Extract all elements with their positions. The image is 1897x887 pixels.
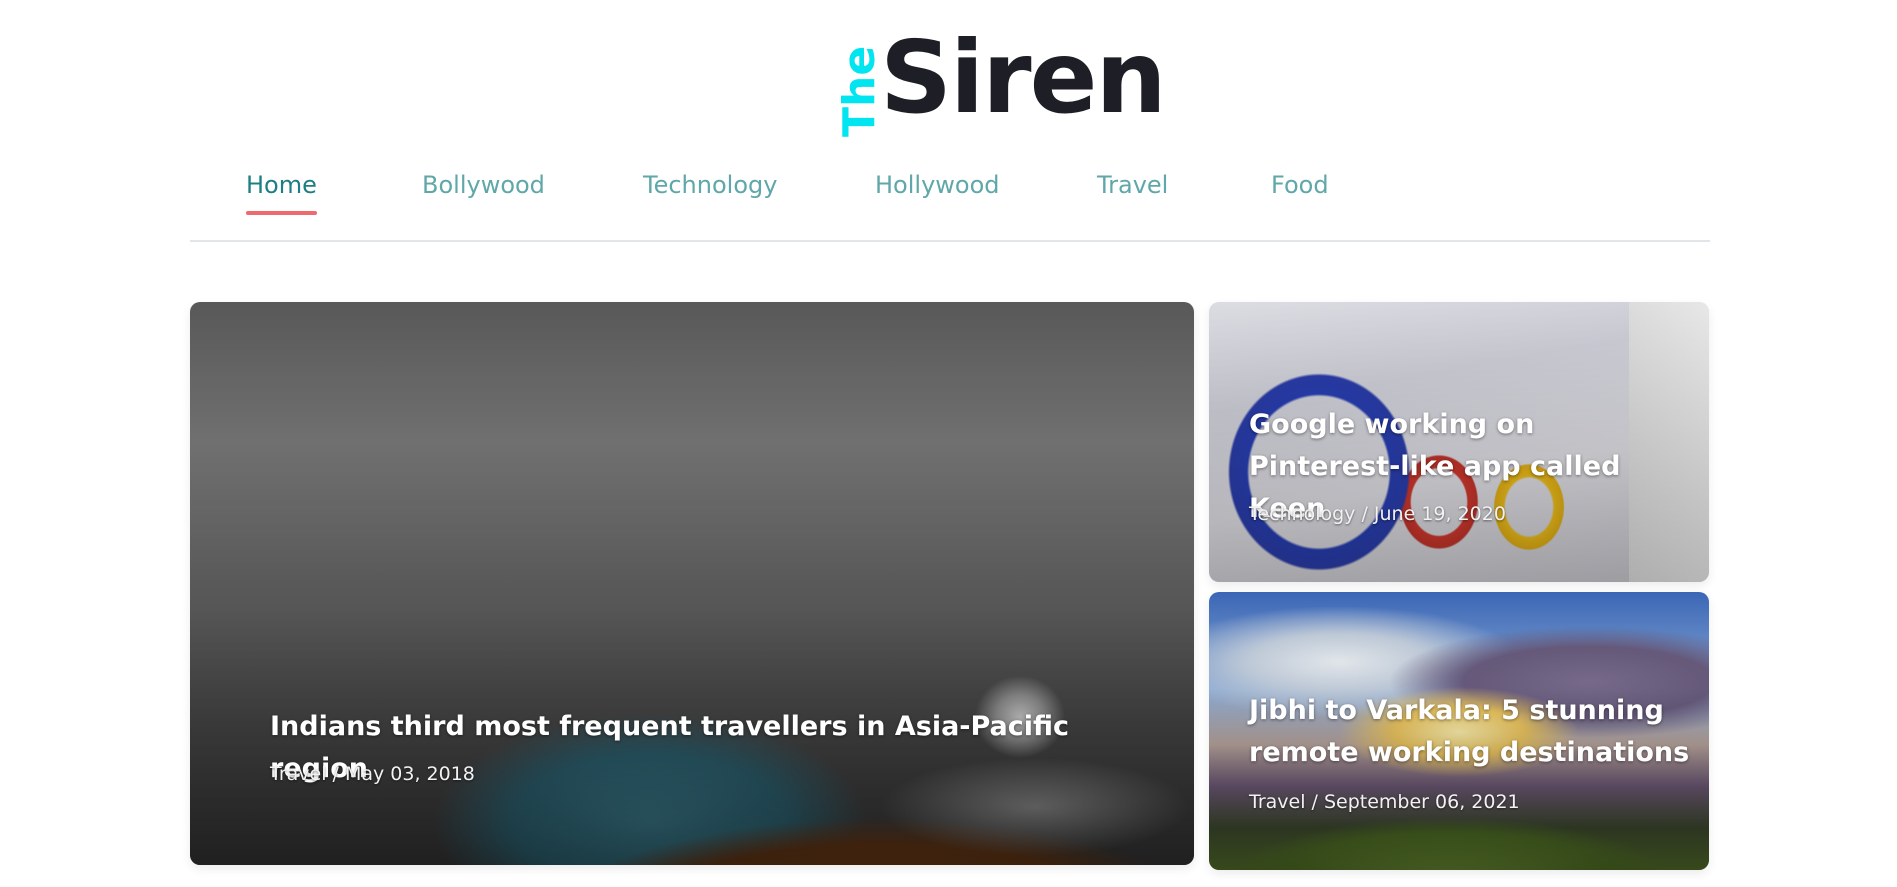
main-nav: Home Bollywood Technology Hollywood Trav… <box>190 165 1710 242</box>
nav-item-bollywood[interactable]: Bollywood <box>422 170 545 214</box>
nav-item-food[interactable]: Food <box>1271 170 1329 214</box>
article-card[interactable]: Google working on Pinterest-like app cal… <box>1209 302 1709 582</box>
featured-article-card[interactable]: Indians third most frequent travellers i… <box>190 302 1194 865</box>
article-meta: Technology / June 19, 2020 <box>1249 503 1506 525</box>
article-meta: Travel / May 03, 2018 <box>270 763 475 785</box>
article-title[interactable]: Jibhi to Varkala: 5 stunning remote work… <box>1249 690 1699 774</box>
nav-item-hollywood[interactable]: Hollywood <box>875 170 1000 214</box>
logo-siren-text: Siren <box>880 19 1167 136</box>
nav-item-technology[interactable]: Technology <box>643 170 777 214</box>
article-meta: Travel / September 06, 2021 <box>1249 791 1520 813</box>
nav-item-travel[interactable]: Travel <box>1097 170 1168 214</box>
logo-the-text: The <box>834 45 885 137</box>
site-logo[interactable]: The Siren <box>0 20 1897 138</box>
nav-item-home[interactable]: Home <box>246 170 317 215</box>
article-card[interactable]: Jibhi to Varkala: 5 stunning remote work… <box>1209 592 1709 870</box>
